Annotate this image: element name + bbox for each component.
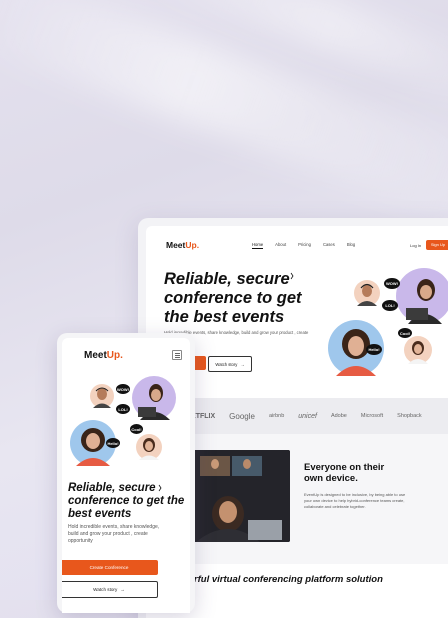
bubble-wow: WOW!: [384, 278, 400, 289]
mobile-logo[interactable]: MeetUp.: [84, 350, 123, 361]
watch-story-label: Watch story: [215, 361, 238, 367]
avatar-woman-laptop: [396, 268, 448, 324]
create-conference-button[interactable]: Create Conference: [62, 560, 158, 575]
logo-microsoft: Microsoft: [360, 413, 384, 419]
create-conference-label: Create Conference: [89, 565, 129, 570]
avatar-woman-laptop: [132, 376, 176, 420]
nav-about[interactable]: About: [275, 242, 286, 249]
sparkle-icon: [158, 484, 162, 492]
platform-section-title: Powerful virtual conferencing platform s…: [169, 574, 383, 585]
desktop-avatar-cluster: WOW! LOL! Hello! Cool!: [326, 266, 448, 386]
nav-pricing[interactable]: Pricing: [298, 242, 311, 249]
mobile-avatar-cluster: WOW! LOL! Hello! Cool!: [70, 376, 184, 476]
desktop-logo[interactable]: MeetUp.: [166, 240, 199, 250]
logo-accent: Up.: [106, 350, 123, 361]
mobile-subtext: Hold incredible events, share knowledge,…: [68, 524, 160, 544]
logo-text: Meet: [84, 350, 107, 361]
watch-story-button[interactable]: Watch story →: [62, 581, 158, 598]
avatar-man-headset: [354, 280, 380, 306]
arrow-right-icon: →: [120, 587, 125, 592]
bubble-hello: Hello!: [366, 344, 382, 355]
nav-cases[interactable]: Cases: [323, 242, 335, 249]
device-section-title: Everyone on their own device.: [304, 462, 385, 484]
logo-google: Google: [229, 411, 255, 421]
nav-blog[interactable]: Blog: [347, 242, 355, 249]
nav-home[interactable]: Home: [252, 242, 264, 249]
bubble-lol: LOL!: [382, 300, 398, 311]
device-section-text: EventUp is designed to be inclusive, by …: [304, 492, 406, 509]
logo-shopback: Shopback: [397, 413, 422, 419]
watch-story-button[interactable]: Watch story →: [208, 356, 252, 372]
bubble-hello: Hello!: [106, 438, 120, 448]
logo-text: Meet: [166, 240, 186, 250]
logo-accent: Up.: [185, 240, 200, 250]
sparkle-icon: [290, 272, 294, 280]
logo-unicef: unicef: [298, 412, 317, 420]
mobile-screen: MeetUp. WOW! LOL! Hello! Cool! Reliable,…: [62, 338, 190, 613]
mobile-mockup: MeetUp. WOW! LOL! Hello! Cool! Reliable,…: [57, 333, 195, 613]
logo-adobe: Adobe: [330, 413, 347, 419]
bubble-lol: LOL!: [116, 404, 130, 414]
login-link[interactable]: Log In: [410, 243, 421, 248]
watch-story-label: Watch story: [93, 587, 118, 592]
bubble-wow: WOW!: [116, 384, 130, 394]
bubble-cool: Cool!: [130, 424, 143, 434]
logo-airbnb: airbnb: [268, 413, 285, 419]
signup-button[interactable]: Sign Up: [426, 240, 448, 250]
arrow-right-icon: →: [240, 361, 245, 367]
hamburger-menu-icon[interactable]: [172, 350, 182, 360]
avatar-woman-smile: [136, 434, 162, 460]
desktop-nav: Home About Pricing Cases Blog: [252, 242, 355, 249]
avatar-woman-smile: [404, 336, 432, 364]
mobile-headline: Reliable, secure conference to get the b…: [68, 482, 185, 520]
avatar-man-headset: [90, 384, 114, 408]
video-call-image: [186, 450, 290, 542]
